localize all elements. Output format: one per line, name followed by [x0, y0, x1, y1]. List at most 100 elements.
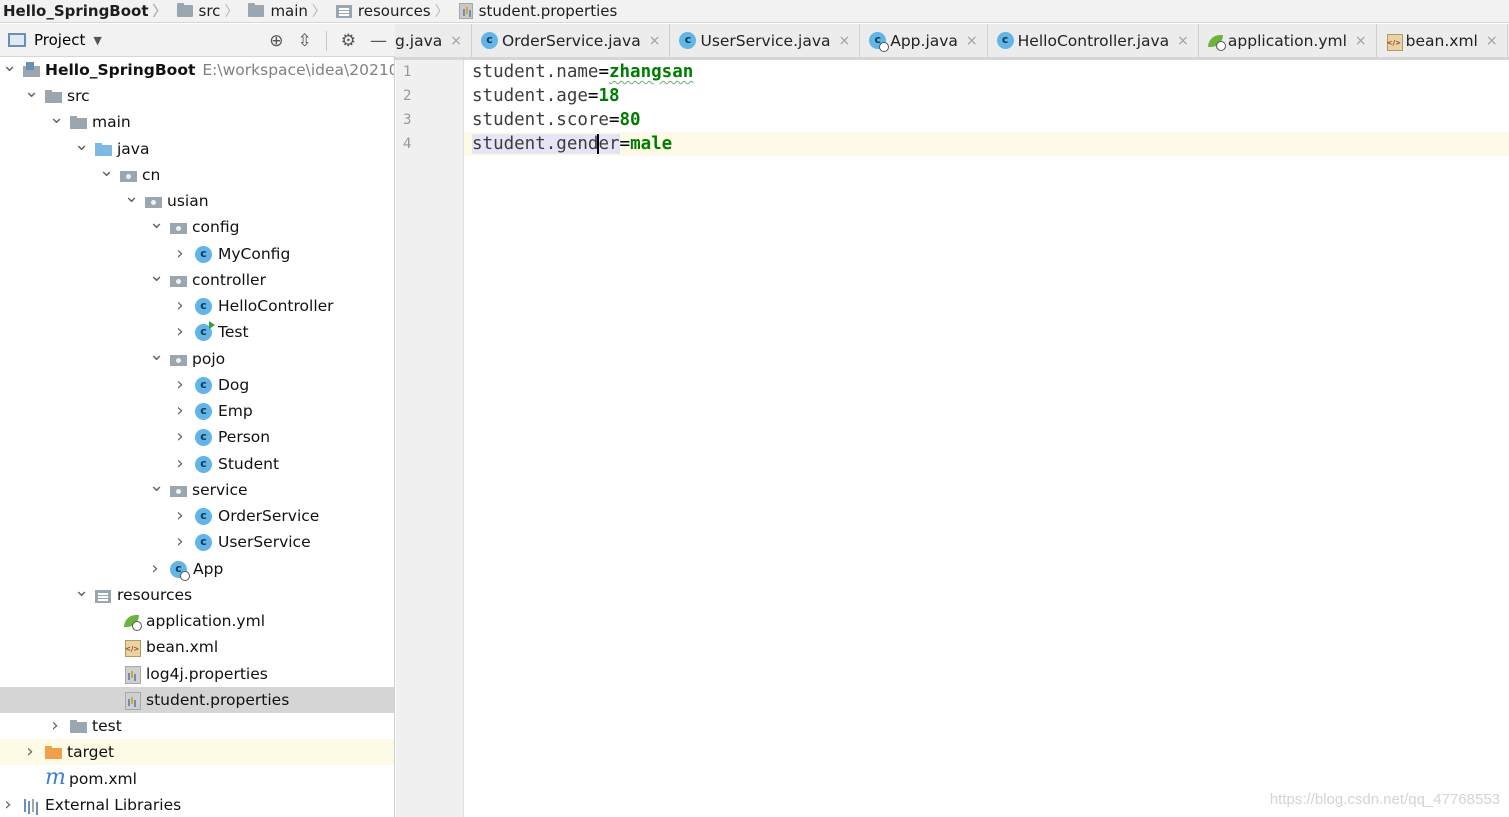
tab-g-java[interactable]: g.java × [395, 24, 472, 57]
resources-folder-icon [95, 587, 111, 603]
chevron-right-icon[interactable] [149, 559, 161, 580]
tree-item-app[interactable]: App [0, 556, 394, 582]
tree-item-main[interactable]: main [0, 109, 394, 135]
hide-icon[interactable]: — [370, 31, 387, 51]
line-number: 4 [403, 136, 412, 152]
close-icon[interactable]: × [1177, 33, 1189, 49]
locate-icon[interactable]: ⊕ [269, 31, 283, 51]
chevron-down-icon[interactable]: ▼ [93, 34, 101, 47]
chevron-right-icon[interactable] [174, 296, 186, 317]
tree-item-orderservice[interactable]: OrderService [0, 503, 394, 529]
chevron-right-icon[interactable] [49, 716, 61, 737]
class-icon [996, 32, 1014, 49]
close-icon[interactable]: × [649, 33, 661, 49]
chevron-right-icon[interactable] [24, 742, 36, 763]
chevron-right-icon[interactable] [174, 532, 186, 553]
chevron-down-icon[interactable] [24, 86, 36, 107]
chevron-down-icon[interactable] [124, 191, 136, 212]
chevron-down-icon[interactable] [149, 480, 161, 501]
chevron-right-icon[interactable] [174, 454, 186, 475]
tree-item-pojo[interactable]: pojo [0, 346, 394, 372]
chevron-right-icon[interactable] [174, 322, 186, 343]
tree-item-config[interactable]: config [0, 214, 394, 240]
tab-userservice-java[interactable]: UserService.java × [670, 24, 861, 57]
breadcrumb-item-project[interactable]: Hello_SpringBoot 〉 [0, 1, 171, 21]
line-number-gutter: 1 2 3 4 [396, 60, 464, 817]
tree-item-hellocontroller[interactable]: HelloController [0, 293, 394, 319]
collapse-all-icon[interactable]: ⇳ [298, 31, 312, 51]
folder-icon [70, 718, 87, 734]
chevron-down-icon[interactable] [149, 270, 161, 291]
tree-item-src[interactable]: src [0, 83, 394, 109]
chevron-down-icon[interactable] [2, 60, 14, 81]
close-icon[interactable]: × [966, 33, 978, 49]
tree-item-test-class[interactable]: Test [0, 319, 394, 345]
tab-app-java[interactable]: App.java × [860, 24, 988, 57]
code-line[interactable]: student.score=80 [464, 108, 1509, 132]
class-icon [195, 297, 212, 315]
breadcrumb-item-src[interactable]: src 〉 [171, 1, 243, 21]
tree-item-pom-xml[interactable]: pom.xml [0, 765, 394, 792]
close-icon[interactable]: × [450, 33, 462, 49]
tree-item-usian[interactable]: usian [0, 188, 394, 214]
chevron-down-icon[interactable] [149, 349, 161, 370]
chevron-down-icon[interactable] [149, 217, 161, 238]
close-icon[interactable]: × [839, 33, 851, 49]
tab-bean-xml[interactable]: bean.xml × [1377, 24, 1508, 57]
tree-item-userservice[interactable]: UserService [0, 529, 394, 555]
tree-item-log4j-properties[interactable]: log4j.properties [0, 661, 394, 687]
tab-orderservice-java[interactable]: OrderService.java × [472, 24, 671, 57]
project-view-icon [8, 33, 26, 47]
tree-item-student-properties[interactable]: student.properties [0, 687, 394, 713]
current-code-line[interactable]: student.gender=male [464, 132, 1509, 156]
close-icon[interactable]: × [1486, 33, 1498, 49]
tree-item-external-libraries[interactable]: External Libraries [0, 792, 394, 817]
tree-item-myconfig[interactable]: MyConfig [0, 241, 394, 267]
chevron-right-icon[interactable] [174, 427, 186, 448]
line-number: 2 [403, 88, 412, 104]
breadcrumb-item-main[interactable]: main 〉 [242, 1, 329, 21]
tree-item-project-root[interactable]: Hello_SpringBoot E:\workspace\idea\20210… [0, 57, 394, 83]
tree-item-target[interactable]: target [0, 739, 394, 765]
tree-item-dog[interactable]: Dog [0, 372, 394, 398]
property-value: zhangsan [608, 62, 694, 82]
chevron-right-icon[interactable] [174, 375, 186, 396]
class-icon [679, 32, 697, 49]
tree-item-cn[interactable]: cn [0, 162, 394, 188]
package-icon [145, 193, 162, 209]
package-icon [170, 272, 187, 288]
code-line[interactable]: student.name=zhangsan [464, 60, 1509, 84]
chevron-right-icon[interactable] [174, 506, 186, 527]
class-icon [195, 428, 212, 446]
properties-file-icon [124, 692, 141, 710]
tree-item-student[interactable]: Student [0, 451, 394, 477]
tab-hellocontroller-java[interactable]: HelloController.java × [988, 24, 1199, 57]
breadcrumb-item-resources[interactable]: resources 〉 [330, 1, 453, 21]
tree-item-bean-xml[interactable]: bean.xml [0, 634, 394, 660]
package-icon [170, 351, 187, 367]
breadcrumb-item-file[interactable]: student.properties [453, 2, 622, 20]
tree-item-controller[interactable]: controller [0, 267, 394, 293]
chevron-down-icon[interactable] [49, 112, 61, 133]
chevron-down-icon[interactable] [99, 165, 111, 186]
code-editor[interactable]: student.name=zhangsan student.age=18 stu… [464, 60, 1509, 817]
close-icon[interactable]: × [1355, 33, 1367, 49]
tree-item-person[interactable]: Person [0, 424, 394, 450]
tab-application-yml[interactable]: application.yml × [1199, 24, 1377, 57]
tree-item-resources[interactable]: resources [0, 582, 394, 608]
class-icon [195, 245, 212, 263]
chevron-right-icon[interactable] [2, 795, 14, 816]
tree-item-emp[interactable]: Emp [0, 398, 394, 424]
chevron-down-icon[interactable] [74, 139, 86, 160]
code-line[interactable]: student.age=18 [464, 84, 1509, 108]
tree-item-service[interactable]: service [0, 477, 394, 503]
tree-item-java[interactable]: java [0, 136, 394, 162]
editor-tab-bar: g.java × OrderService.java × UserService… [395, 24, 1509, 58]
chevron-down-icon[interactable] [74, 585, 86, 606]
project-view-selector[interactable]: Project [34, 31, 85, 49]
tree-item-application-yml[interactable]: application.yml [0, 608, 394, 634]
chevron-right-icon[interactable] [174, 401, 186, 422]
gear-icon[interactable]: ⚙ [341, 31, 356, 51]
chevron-right-icon[interactable] [174, 244, 186, 265]
tree-item-test-folder[interactable]: test [0, 713, 394, 739]
